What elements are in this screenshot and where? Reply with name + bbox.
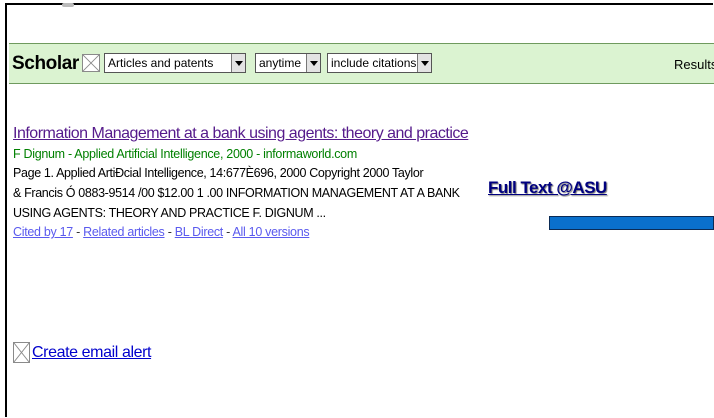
blue-bar bbox=[549, 216, 714, 230]
broken-image-icon bbox=[13, 342, 30, 363]
email-alert: Create email alert bbox=[13, 342, 151, 363]
scholar-brand: Scholar bbox=[12, 53, 79, 74]
create-email-alert-link[interactable]: Create email alert bbox=[32, 344, 151, 361]
citations-select[interactable]: include citations bbox=[327, 53, 432, 73]
search-result: Information Management at a bank using a… bbox=[13, 125, 469, 239]
date-range-select[interactable]: anytime bbox=[255, 53, 321, 73]
scholar-toolbar: Scholar Articles and patents anytime inc… bbox=[9, 43, 714, 84]
all-versions-link[interactable]: All 10 versions bbox=[233, 225, 310, 239]
result-snippet: Page 1. Applied ArtiÐcial Intelligence, … bbox=[13, 163, 460, 223]
dropdown-arrow-icon[interactable] bbox=[231, 54, 245, 72]
content-type-value: Articles and patents bbox=[108, 56, 214, 70]
link-separator: - bbox=[164, 225, 175, 239]
top-artifact bbox=[62, 3, 74, 7]
full-text-asu-link[interactable]: Full Text @ASU bbox=[488, 178, 607, 198]
snippet-line: Page 1. Applied ArtiÐcial Intelligence, … bbox=[13, 166, 424, 180]
dropdown-arrow-icon[interactable] bbox=[306, 54, 320, 72]
related-articles-link[interactable]: Related articles bbox=[83, 225, 165, 239]
link-separator: - bbox=[72, 225, 84, 239]
link-separator: - bbox=[222, 225, 233, 239]
citations-value: include citations bbox=[331, 56, 417, 70]
dropdown-arrow-icon[interactable] bbox=[417, 54, 431, 72]
result-author-line: F Dignum - Applied Artificial Intelligen… bbox=[13, 147, 357, 161]
results-count: Results 1 - bbox=[674, 57, 714, 72]
date-range-value: anytime bbox=[259, 56, 302, 70]
snippet-line: USING AGENTS: THEORY AND PRACTICE F. DIG… bbox=[13, 206, 326, 220]
bl-direct-link[interactable]: BL Direct bbox=[175, 225, 224, 239]
result-links: Cited by 17 - Related articles - BL Dire… bbox=[13, 225, 433, 239]
result-title-link[interactable]: Information Management at a bank using a… bbox=[13, 125, 469, 143]
snippet-line: & Francis Ó 0883-9514 /00 $12.00 1 .00 I… bbox=[13, 186, 460, 200]
broken-image-icon bbox=[82, 54, 100, 72]
content-type-select[interactable]: Articles and patents bbox=[104, 53, 246, 73]
cited-by-link[interactable]: Cited by 17 bbox=[13, 225, 73, 239]
